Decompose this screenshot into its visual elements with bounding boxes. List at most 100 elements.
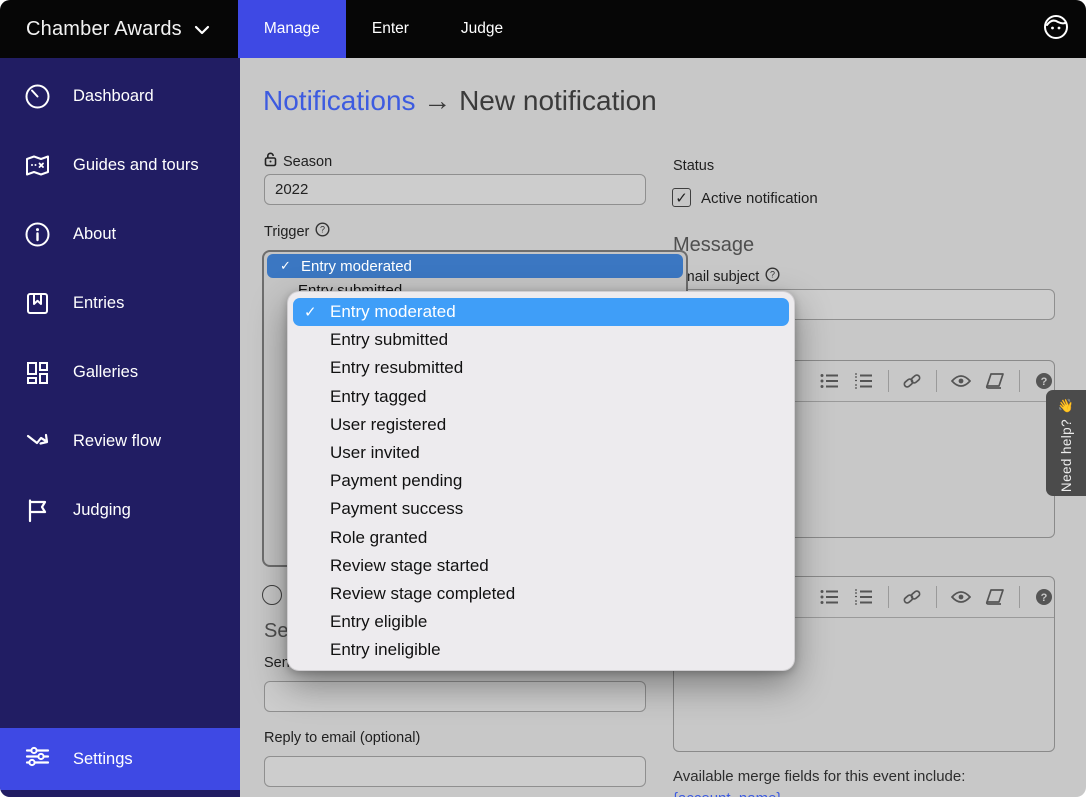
tab-judge[interactable]: Judge [435,0,529,58]
lock-icon [264,152,277,171]
dashboard-icon [24,83,51,110]
dropdown-menu-item[interactable]: Review stage completed [293,580,789,608]
dropdown-item-label: User registered [330,415,446,435]
dropdown-item-label: Payment success [330,499,463,519]
org-switcher[interactable]: Chamber Awards [0,0,238,58]
sidebar-item-label: About [73,225,116,244]
breadcrumb-notifications-link[interactable]: Notifications [263,85,416,116]
dropdown-item-label: Entry tagged [330,387,426,407]
merge-note-text: Available merge fields for this event in… [673,768,965,785]
numbered-list-icon[interactable] [854,587,874,607]
bullet-list-icon[interactable] [820,587,840,607]
dropdown-menu-item[interactable]: Payment pending [293,467,789,495]
book-icon[interactable] [985,587,1005,607]
status-label: Status [673,158,714,174]
sidebar-item-judging[interactable]: Judging [0,476,240,545]
toolbar-divider [936,586,937,608]
reply-to-label: Reply to email (optional) [264,730,420,746]
tab-manage[interactable]: Manage [238,0,346,58]
sidebar-item-galleries[interactable]: Galleries [0,338,240,407]
sidebar-item-dashboard[interactable]: Dashboard [0,62,240,131]
dropdown-menu-item[interactable]: Entry resubmitted [293,354,789,382]
dropdown-menu-item[interactable]: Review stage started [293,552,789,580]
account-menu-button[interactable] [1042,0,1086,58]
reply-to-input[interactable] [264,756,646,787]
info-icon [24,221,51,248]
dropdown-item-label: Payment pending [330,471,462,491]
editor-help-icon[interactable]: ? [1034,587,1054,607]
sidebar-item-label: Galleries [73,363,138,382]
bullet-list-icon[interactable] [820,371,840,391]
sidebar-item-label: Judging [73,501,131,520]
sidebar-item-entries[interactable]: Entries [0,269,240,338]
page-title: New notification [459,85,657,116]
link-icon[interactable] [903,587,923,607]
merge-field-link[interactable]: {account_name} [673,790,781,797]
sidebar-item-about[interactable]: About [0,200,240,269]
help-circle-icon[interactable]: ? [315,222,330,241]
preview-eye-icon[interactable] [951,587,971,607]
breadcrumb-arrow: → [423,85,451,116]
help-circle-icon[interactable]: ? [765,267,780,286]
org-name: Chamber Awards [26,18,182,41]
avatar-face-icon [1042,13,1070,46]
trigger-label: Trigger ? [264,222,330,241]
toolbar-divider [1019,370,1020,392]
dropdown-menu-item[interactable]: User invited [293,439,789,467]
editor-help-icon[interactable]: ? [1034,371,1054,391]
numbered-list-icon[interactable] [854,371,874,391]
dropdown-menu-item[interactable]: ✓Entry moderated [293,298,789,326]
dropdown-menu-item[interactable]: Entry submitted [293,326,789,354]
svg-text:?: ? [1041,592,1048,604]
trigger-option-row[interactable]: ✓Entry moderated [267,254,683,278]
flow-arrow-icon [24,428,51,455]
active-notification-label: Active notification [701,190,818,207]
dropdown-menu-item[interactable]: Payment success [293,495,789,523]
merge-fields-note: Available merge fields for this event in… [673,766,1065,797]
dropdown-menu-item[interactable]: Entry eligible [293,608,789,636]
flag-icon [24,497,51,524]
sliders-icon [24,743,51,775]
dropdown-item-label: Entry eligible [330,612,427,632]
sidebar-item-label: Review flow [73,432,161,451]
check-icon: ✓ [675,189,688,207]
wave-emoji-icon: 👋 [1058,398,1074,414]
tab-judge-label: Judge [461,20,503,38]
tab-manage-label: Manage [264,20,320,38]
dropdown-menu-item[interactable]: Role granted [293,524,789,552]
app-window: Chamber Awards Manage Enter Judge [0,0,1086,797]
dropdown-menu-item[interactable]: User registered [293,411,789,439]
toolbar-divider [888,370,889,392]
sidebar-item-settings[interactable]: Settings [0,728,240,790]
need-help-tab[interactable]: 👋 Need help? [1046,390,1086,496]
trigger-label-text: Trigger [264,224,309,240]
map-icon [24,152,51,179]
chevron-down-icon [194,18,210,41]
dropdown-menu-item[interactable]: Entry tagged [293,383,789,411]
season-label: Season [264,152,332,171]
sidebar-item-guides[interactable]: Guides and tours [0,131,240,200]
grid-icon [24,359,51,386]
trigger-dropdown-menu: ✓Entry moderatedEntry submittedEntry res… [287,291,795,671]
link-icon[interactable] [903,371,923,391]
season-label-text: Season [283,154,332,170]
dropdown-menu-item[interactable]: Entry ineligible [293,636,789,664]
check-icon: ✓ [280,258,294,274]
breadcrumb: Notifications → New notification [263,85,657,117]
merge-note-text: , [781,790,785,797]
active-notification-checkbox[interactable]: ✓ [672,188,691,207]
send-option-radio[interactable] [262,585,282,605]
dropdown-item-label: Entry ineligible [330,640,441,660]
sidebar-item-label: Settings [73,750,133,769]
dropdown-item-label: Role granted [330,528,427,548]
season-input[interactable] [264,174,646,205]
dropdown-item-label: Entry moderated [330,302,456,322]
preview-eye-icon[interactable] [951,371,971,391]
book-icon[interactable] [985,371,1005,391]
sidebar-item-review-flow[interactable]: Review flow [0,407,240,476]
toolbar-divider [1019,586,1020,608]
sidebar-item-label: Guides and tours [73,156,199,175]
tab-enter[interactable]: Enter [346,0,435,58]
sender-name-input[interactable] [264,681,646,712]
top-nav: Manage Enter Judge [238,0,529,58]
